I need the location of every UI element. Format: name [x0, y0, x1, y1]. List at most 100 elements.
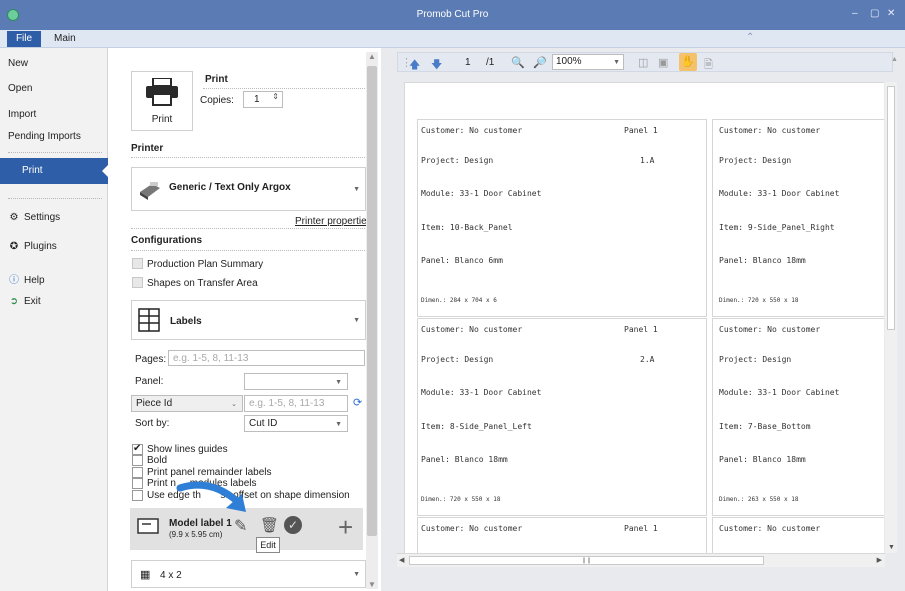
window-title: Promob Cut Pro: [416, 9, 489, 20]
piece-id-select[interactable]: Piece Id ⌄: [131, 395, 243, 412]
panel-remainder-checkbox[interactable]: [132, 467, 143, 478]
label-project: Project: Design: [719, 156, 792, 165]
print-button[interactable]: Print: [131, 71, 193, 131]
label-type-value: Labels: [170, 316, 202, 327]
zoom-out-icon[interactable]: 🔎: [533, 56, 547, 69]
menu-item-import[interactable]: Import: [8, 109, 36, 120]
label-project: Project: Design: [421, 156, 494, 165]
zoom-value: 100%: [556, 56, 582, 67]
printer-icon: [146, 78, 178, 106]
piece-id-input[interactable]: e.g. 1-5, 8, 11-13: [244, 395, 348, 412]
label-module: Module: 33-1 Door Cabinet: [421, 189, 542, 198]
shapes-transfer-checkbox[interactable]: [132, 277, 143, 288]
panel-select[interactable]: ▼: [244, 373, 348, 390]
print-button-label: Print: [151, 114, 173, 125]
label-customer: Customer: No customer: [719, 524, 821, 533]
piece-id-placeholder: e.g. 1-5, 8, 11-13: [249, 398, 325, 409]
menu-item-pending-imports[interactable]: Pending Imports: [8, 131, 81, 142]
zoom-select[interactable]: 100% ▼: [552, 54, 624, 70]
scrollbar-thumb[interactable]: [367, 66, 377, 536]
printer-heading: Printer: [131, 143, 164, 154]
toolbar-overflow-icon[interactable]: ▲: [891, 56, 898, 63]
edge-offset-checkbox[interactable]: [132, 490, 143, 501]
prev-page-icon[interactable]: 🡅: [409, 56, 420, 75]
label-item: Item: 9-Side_Panel_Right: [719, 223, 835, 232]
menu-item-open[interactable]: Open: [8, 83, 32, 94]
label-material: Panel: Blanco 18mm: [421, 455, 508, 464]
printer-properties-link[interactable]: Printer properties: [295, 216, 372, 227]
shapes-transfer-label: Shapes on Transfer Area: [147, 278, 258, 289]
label-grid-select[interactable]: ▦ 4 x 2 ▼: [131, 560, 366, 588]
edit-pencil-icon[interactable]: ✎: [234, 516, 247, 536]
label-material: Panel: Blanco 18mm: [719, 455, 806, 464]
model-label-size: (9.9 x 5.95 cm): [169, 530, 223, 539]
preview-horizontal-scrollbar[interactable]: ◀ ❙❙ ▶: [397, 553, 885, 567]
piece-id-value: Piece Id: [136, 398, 173, 409]
menu-item-exit[interactable]: ➲ Exit: [8, 296, 41, 307]
label-type-select[interactable]: Labels ▼: [131, 300, 366, 340]
menu-item-settings-label: Settings: [24, 212, 61, 223]
bold-checkbox[interactable]: [132, 455, 143, 466]
modules-labels-checkbox[interactable]: [132, 478, 143, 489]
check-circle-icon[interactable]: ✓: [284, 516, 302, 534]
show-lines-guides-checkbox[interactable]: [132, 443, 143, 455]
page-number[interactable]: 1: [465, 57, 471, 68]
close-button[interactable]: ✕: [887, 8, 895, 19]
label-dimensions: Dimen.: 263 x 550 x 18: [719, 496, 799, 503]
pages-label: Pages:: [135, 354, 167, 365]
export-icon[interactable]: 🗎: [704, 56, 713, 75]
file-tab[interactable]: File: [7, 31, 41, 47]
next-page-icon[interactable]: 🡇: [431, 56, 442, 75]
scrollbar-thumb[interactable]: [887, 86, 895, 330]
scroll-down-icon[interactable]: ▼: [888, 544, 895, 551]
menu-item-new[interactable]: New: [8, 58, 28, 69]
menu-item-help[interactable]: ⓘ Help: [8, 271, 45, 286]
maximize-button[interactable]: ▢: [870, 8, 879, 19]
label-customer: Customer: No customer: [421, 325, 523, 334]
sort-by-select[interactable]: Cut ID ▼: [244, 415, 348, 432]
scroll-left-icon[interactable]: ◀: [399, 556, 404, 564]
copies-stepper[interactable]: 1 ⇕: [243, 91, 283, 108]
fit-page-icon[interactable]: ▣: [658, 56, 668, 69]
refresh-icon[interactable]: ⟳: [353, 396, 362, 409]
label-cell: [712, 517, 884, 554]
add-model-icon[interactable]: +: [338, 514, 353, 540]
minimize-button[interactable]: –: [852, 8, 858, 19]
label-item: Item: 7-Base_Bottom: [719, 422, 811, 431]
label-panel: Panel 1: [624, 126, 658, 135]
label-dimensions: Dimen.: 720 x 550 x 18: [421, 496, 501, 503]
production-plan-checkbox[interactable]: [132, 258, 143, 269]
label-cell: [417, 119, 707, 317]
label-index: 2.A: [640, 355, 655, 364]
title-bar: Promob Cut Pro – ▢ ✕: [0, 0, 905, 30]
scroll-right-icon[interactable]: ▶: [877, 556, 882, 564]
copies-value: 1: [254, 94, 260, 105]
scroll-down-icon[interactable]: ▼: [368, 580, 376, 589]
sort-by-value: Cut ID: [249, 418, 278, 429]
chevron-down-icon: ⌄: [231, 401, 237, 408]
scroll-up-icon[interactable]: ▲: [368, 52, 376, 61]
settings-scrollbar[interactable]: ▲ ▼: [366, 52, 378, 589]
preview-vertical-scrollbar[interactable]: ▼: [885, 82, 897, 553]
fit-width-icon[interactable]: ◫: [638, 56, 648, 69]
menu-item-plugins[interactable]: ✪ Plugins: [8, 241, 57, 252]
main-tab[interactable]: Main: [54, 32, 76, 46]
zoom-in-icon[interactable]: 🔍: [511, 56, 525, 69]
menu-item-print[interactable]: Print: [0, 158, 108, 184]
menu-bar: File Main ⌃: [0, 30, 905, 48]
pan-hand-icon[interactable]: ✋: [679, 53, 697, 71]
label-customer: Customer: No customer: [421, 126, 523, 135]
menu-item-plugins-label: Plugins: [24, 241, 57, 252]
stepper-arrows-icon[interactable]: ⇕: [272, 92, 279, 101]
scrollbar-thumb[interactable]: ❙❙: [409, 556, 764, 565]
menu-item-settings[interactable]: ⚙ Settings: [8, 212, 61, 223]
page-total: /1: [486, 57, 495, 68]
panel-label: Panel:: [135, 376, 164, 387]
pages-input[interactable]: e.g. 1-5, 8, 11-13: [168, 350, 365, 366]
label-panel: Panel 1: [624, 325, 658, 334]
trash-icon[interactable]: 🗑: [260, 516, 279, 534]
collapse-ribbon-icon[interactable]: ⌃: [746, 32, 754, 43]
bold-label: Bold: [147, 455, 168, 466]
label-index: 1.A: [640, 156, 655, 165]
printer-select[interactable]: Generic / Text Only Argox ▼: [131, 167, 366, 211]
